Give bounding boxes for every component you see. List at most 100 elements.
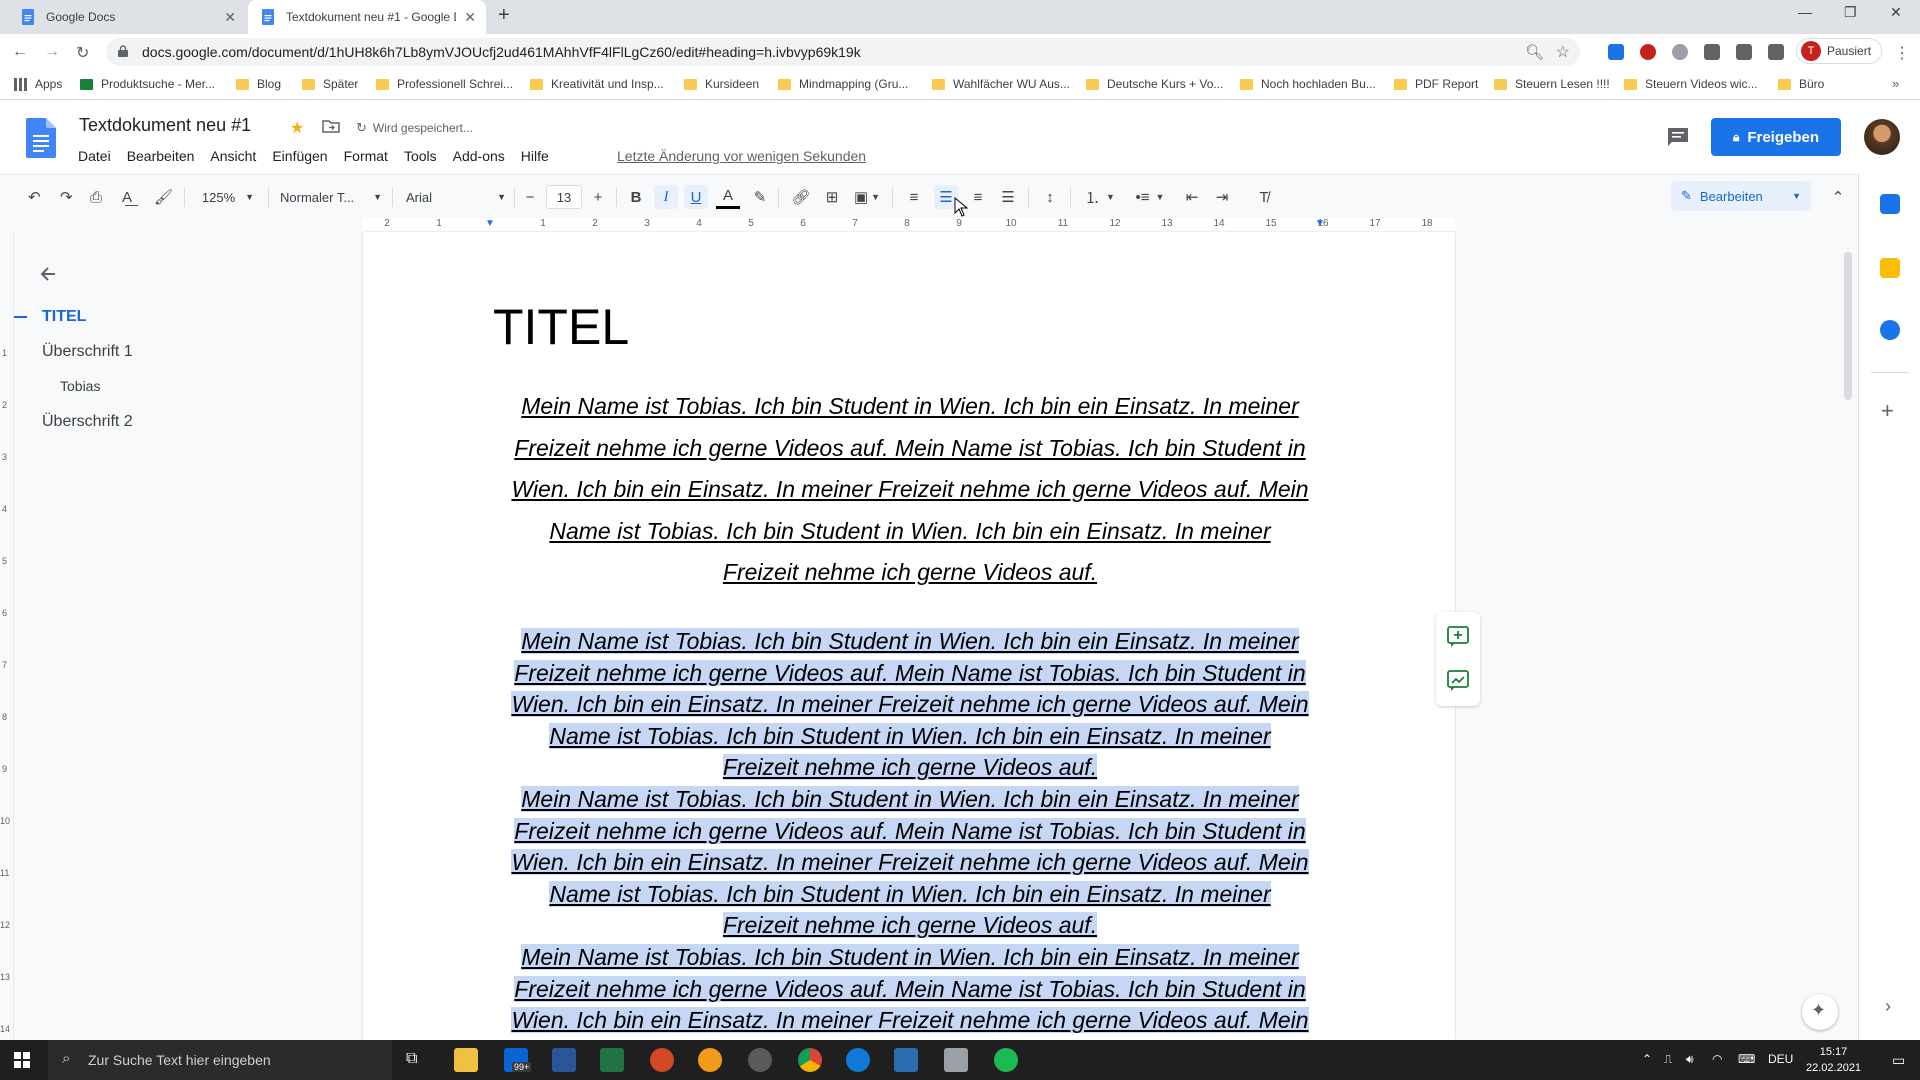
menu-format[interactable]: Format — [336, 148, 396, 164]
align-left-icon[interactable]: ≡ — [902, 185, 926, 209]
explore-button[interactable]: ✦ — [1802, 994, 1838, 1030]
menu-hilfe[interactable]: Hilfe — [513, 148, 557, 164]
back-icon[interactable]: ← — [12, 43, 28, 61]
powerpoint-icon[interactable] — [650, 1048, 674, 1072]
star-icon[interactable]: ★ — [290, 118, 304, 138]
puzzle-icon[interactable] — [1736, 44, 1752, 60]
decrease-indent-icon[interactable]: ⇤ — [1180, 185, 1204, 209]
style-dropdown[interactable]: Normaler T... ▼ — [280, 185, 382, 209]
reading-list-icon[interactable] — [1768, 44, 1784, 60]
edge-icon[interactable] — [846, 1048, 870, 1072]
underline-icon[interactable]: U — [684, 185, 708, 209]
app-icon[interactable] — [894, 1048, 918, 1072]
more-bookmarks-icon[interactable]: » — [1892, 76, 1899, 91]
spellcheck-icon[interactable]: A͟ — [122, 185, 132, 209]
bookmark-star-icon[interactable]: ☆ — [1556, 42, 1570, 62]
reload-icon[interactable]: ↻ — [76, 43, 89, 63]
bulleted-list-icon[interactable]: •≡ ▼ — [1130, 185, 1170, 209]
windows-start-icon[interactable] — [14, 1052, 30, 1068]
zoom-dropdown[interactable]: 125% ▼ — [198, 185, 258, 209]
spotify-icon[interactable] — [994, 1048, 1018, 1072]
tab-close-icon[interactable]: ✕ — [224, 9, 236, 26]
keep-icon[interactable] — [1880, 258, 1900, 278]
document-page[interactable]: TITEL Mein Name ist Tobias. Ich bin Stud… — [363, 232, 1455, 1040]
bookmark-folder[interactable]: Mindmapping (Gru... — [778, 77, 908, 91]
comment-history-icon[interactable] — [1666, 126, 1690, 148]
notifications-icon[interactable]: ▭ — [1892, 1052, 1905, 1069]
user-avatar[interactable] — [1864, 119, 1900, 155]
text-color-icon[interactable]: A — [716, 185, 740, 209]
bookmark-folder[interactable]: Professionell Schrei... — [376, 77, 513, 91]
file-explorer-icon[interactable] — [454, 1048, 478, 1072]
forward-icon[interactable]: → — [44, 43, 60, 61]
profile-button[interactable]: T Pausiert — [1796, 38, 1883, 64]
bookmark-folder[interactable]: Kursideen — [684, 77, 759, 91]
last-edit-link[interactable]: Letzte Änderung vor wenigen Sekunden — [617, 148, 866, 164]
grid-extension-icon[interactable] — [1704, 44, 1720, 60]
network-icon[interactable]: ⎍ — [1664, 1052, 1672, 1067]
increase-indent-icon[interactable]: ⇥ — [1210, 185, 1234, 209]
print-icon[interactable]: ⎙ — [90, 185, 102, 209]
menu-datei[interactable]: Datei — [70, 148, 119, 164]
task-view-icon[interactable]: ⧉ — [406, 1050, 417, 1068]
font-size-input[interactable]: 13 — [546, 185, 582, 209]
mail-icon[interactable]: 99+ — [504, 1048, 532, 1072]
paragraph-2-selected[interactable]: Mein Name ist Tobias. Ich bin Student in… — [493, 626, 1327, 1037]
bookmark-folder[interactable]: Kreativität und Insp... — [530, 77, 664, 91]
chrome-icon[interactable] — [798, 1048, 822, 1072]
menu-einfuegen[interactable]: Einfügen — [264, 148, 335, 164]
extension-icon[interactable] — [1640, 44, 1656, 60]
url-bar[interactable]: docs.google.com/document/d/1hUH8k6h7Lb8y… — [106, 38, 1580, 66]
justify-icon[interactable]: ☰ — [996, 185, 1020, 209]
outline-item-tobias[interactable]: Tobias — [60, 378, 100, 394]
bookmark-apps[interactable]: Apps — [14, 77, 62, 91]
word-icon[interactable] — [552, 1048, 576, 1072]
outline-item-ueberschrift-2[interactable]: Überschrift 2 — [42, 413, 133, 431]
outline-item-titel[interactable]: TITEL — [42, 308, 86, 326]
bookmark-folder[interactable]: Deutsche Kurs + Vo... — [1086, 77, 1223, 91]
volume-icon[interactable]: 🔊︎ — [1686, 1052, 1694, 1067]
expand-panel-icon[interactable]: › — [1885, 996, 1891, 1017]
bookmark-folder[interactable]: Noch hochladen Bu... — [1240, 77, 1376, 91]
menu-bearbeiten[interactable]: Bearbeiten — [119, 148, 203, 164]
tab-textdokument[interactable]: Textdokument neu #1 - Google D ✕ — [248, 0, 486, 34]
scrollbar-thumb[interactable] — [1844, 252, 1852, 400]
numbered-list-icon[interactable]: ⒈ ▼ — [1080, 185, 1120, 209]
tasks-icon[interactable] — [1880, 320, 1900, 340]
font-dropdown[interactable]: Arial ▼ — [406, 185, 506, 209]
italic-icon[interactable]: I — [654, 185, 678, 209]
language-indicator[interactable]: DEU — [1768, 1052, 1793, 1066]
app-icon[interactable] — [698, 1048, 722, 1072]
window-close-icon[interactable]: ✕ — [1890, 4, 1902, 21]
horizontal-ruler[interactable]: 2 1 1 2 3 4 5 6 7 8 9 10 11 12 13 14 15 … — [0, 218, 1858, 232]
document-title[interactable]: Textdokument neu #1 — [79, 115, 251, 136]
align-right-icon[interactable]: ≡ — [966, 185, 990, 209]
clock[interactable]: 15:17 22.02.2021 — [1806, 1044, 1861, 1076]
bookmark-folder[interactable]: Steuern Videos wic... — [1624, 77, 1758, 91]
menu-tools[interactable]: Tools — [396, 148, 445, 164]
paragraph-1[interactable]: Mein Name ist Tobias. Ich bin Student in… — [493, 386, 1327, 594]
decrease-font-size-icon[interactable]: − — [520, 185, 540, 209]
suggest-edits-icon[interactable] — [1447, 670, 1469, 692]
redo-icon[interactable]: ↷ — [60, 185, 73, 209]
undo-icon[interactable]: ↶ — [28, 185, 41, 209]
outline-item-ueberschrift-1[interactable]: Überschrift 1 — [42, 343, 133, 361]
menu-ansicht[interactable]: Ansicht — [202, 148, 264, 164]
add-comment-icon[interactable]: ⊞ — [820, 185, 844, 209]
restore-icon[interactable]: ❐ — [1844, 4, 1857, 21]
vertical-ruler[interactable]: 1 2 3 4 5 6 7 8 9 10 11 12 13 14 — [0, 232, 14, 1040]
share-button[interactable]: 🔒︎ Freigeben — [1711, 118, 1841, 156]
chrome-menu-icon[interactable]: ⋮ — [1894, 43, 1910, 63]
line-spacing-icon[interactable]: ↕ — [1038, 185, 1062, 209]
highlight-icon[interactable]: ✎ — [748, 185, 772, 209]
link-icon[interactable]: 🔗︎ — [788, 185, 814, 209]
tab-close-icon[interactable]: ✕ — [464, 9, 476, 26]
wifi-icon[interactable]: ◠ — [1712, 1052, 1722, 1066]
insert-image-icon[interactable]: ▣ ▼ — [850, 185, 884, 209]
bookmark-folder[interactable]: Später — [302, 77, 358, 91]
document-heading[interactable]: TITEL — [493, 298, 629, 356]
paint-format-icon[interactable]: 🖌︎ — [154, 185, 173, 209]
bookmark-item[interactable]: Produktsuche - Mer... — [80, 77, 215, 91]
back-arrow-icon[interactable] — [38, 264, 58, 284]
adblock-extension-icon[interactable] — [1672, 44, 1688, 60]
